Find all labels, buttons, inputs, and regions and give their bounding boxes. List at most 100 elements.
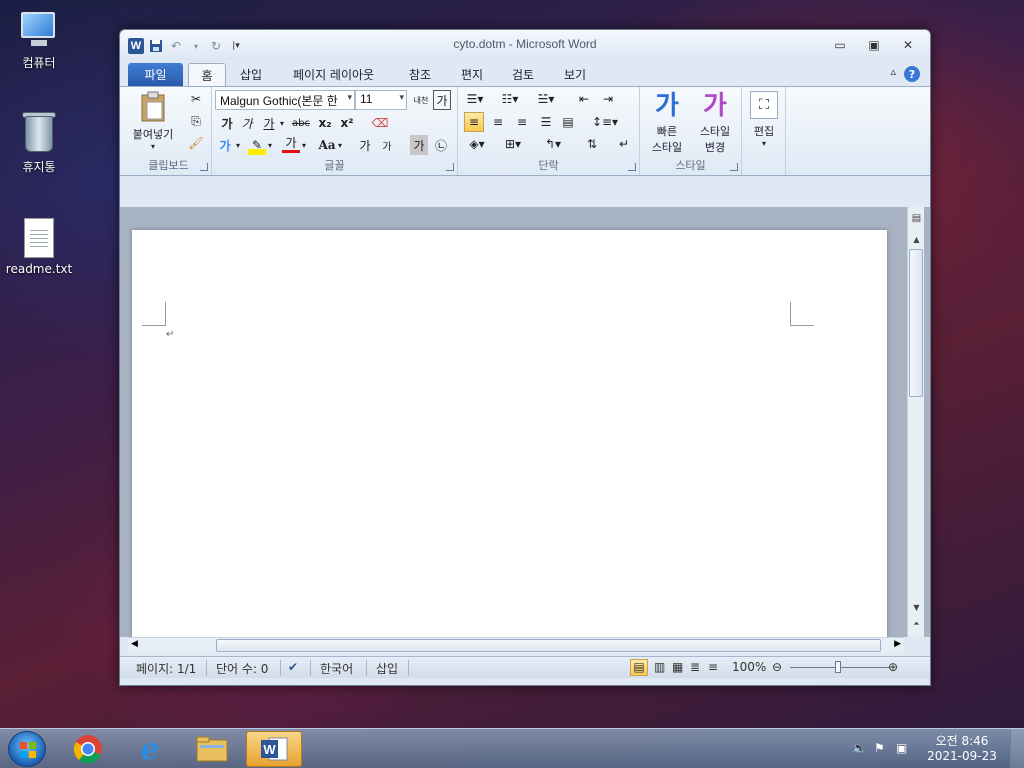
close-button[interactable]: ✕ — [896, 36, 920, 54]
horizontal-scroll-thumb[interactable] — [216, 639, 881, 652]
superscript-button[interactable]: x² — [338, 113, 356, 133]
copy-icon[interactable]: ⎘ — [186, 111, 206, 131]
zoom-level[interactable]: 100% — [732, 660, 766, 674]
char-border-button[interactable]: 가 — [433, 90, 451, 110]
tab-home[interactable]: 홈 — [188, 63, 226, 86]
font-launcher-icon[interactable] — [446, 163, 454, 171]
editing-button[interactable]: ⛶ 편집 ▾ — [746, 91, 782, 148]
change-case-button[interactable]: Aa — [316, 135, 338, 155]
editing-dropdown-icon[interactable]: ▾ — [746, 139, 782, 148]
font-color-dropdown-icon[interactable]: ▾ — [300, 135, 308, 155]
enclose-chars-button[interactable]: ㉡ — [432, 135, 450, 155]
highlight-icon[interactable]: ✎ — [248, 135, 266, 155]
clear-formatting-icon[interactable]: ⌫ — [370, 113, 390, 133]
change-styles-button[interactable]: 가 스타일 변경 — [692, 89, 738, 155]
align-left-icon[interactable]: ≡ — [464, 112, 484, 132]
quick-styles-button[interactable]: 가 빠른 스타일 — [644, 89, 690, 155]
bullets-icon[interactable]: ☰▾ — [464, 89, 486, 109]
grow-font-button[interactable]: 가 — [356, 135, 374, 155]
phonetic-guide-button[interactable]: 내천 — [411, 90, 431, 110]
decrease-indent-icon[interactable]: ⇤ — [574, 89, 594, 109]
numbering-icon[interactable]: ☷▾ — [498, 89, 522, 109]
sort-icon[interactable]: ⇅ — [582, 134, 602, 154]
desktop-icon-recycle-bin[interactable]: 휴지통 — [4, 110, 74, 175]
scroll-up-icon[interactable]: ▲ — [908, 235, 925, 244]
proofing-icon[interactable]: ✔ — [288, 660, 298, 674]
help-icon[interactable]: ? — [904, 66, 920, 82]
distributed-icon[interactable]: ▤ — [558, 112, 578, 132]
draft-icon[interactable]: ≡ — [708, 660, 718, 674]
paste-dropdown-icon[interactable]: ▾ — [130, 142, 176, 151]
tab-view[interactable]: 보기 — [552, 63, 598, 86]
action-center-icon[interactable]: ⚑ — [874, 741, 885, 755]
volume-icon[interactable]: 🔈 — [852, 741, 867, 755]
show-desktop-button[interactable] — [1010, 729, 1024, 768]
vertical-scrollbar[interactable]: ▤ ▲ ▼ ⏶ — [907, 207, 924, 637]
justify-icon[interactable]: ☰ — [536, 112, 556, 132]
word-count[interactable]: 단어 수: 0 — [216, 660, 268, 677]
start-button[interactable] — [8, 731, 46, 767]
bold-button[interactable]: 가 — [218, 113, 236, 133]
tab-references[interactable]: 참조 — [397, 63, 443, 86]
align-center-icon[interactable]: ≡ — [488, 112, 508, 132]
paragraph-launcher-icon[interactable] — [628, 163, 636, 171]
minimize-button[interactable]: ▭ — [828, 36, 852, 54]
desktop-icon-computer[interactable]: 컴퓨터 — [4, 10, 74, 71]
scroll-right-icon[interactable]: ▶ — [894, 639, 901, 649]
subscript-button[interactable]: x₂ — [316, 113, 334, 133]
taskbar-word[interactable]: W — [246, 731, 302, 767]
font-name-select[interactable]: Malgun Gothic(본문 한 — [215, 90, 355, 110]
zoom-out-icon[interactable]: ⊖ — [772, 660, 782, 674]
taskbar-internet-explorer[interactable]: e — [122, 731, 178, 767]
web-layout-icon[interactable]: ▦ — [672, 660, 683, 674]
language-indicator[interactable]: 한국어 — [320, 660, 353, 677]
shrink-font-button[interactable]: 가 — [378, 135, 396, 155]
zoom-in-icon[interactable]: ⊕ — [888, 660, 898, 674]
restore-button[interactable]: ▣ — [862, 36, 886, 54]
document-page[interactable]: ↵ — [132, 230, 887, 640]
zoom-slider-thumb[interactable] — [835, 661, 841, 673]
scroll-down-icon[interactable]: ▼ — [908, 603, 925, 612]
clipboard-launcher-icon[interactable] — [200, 163, 208, 171]
tab-review[interactable]: 검토 — [500, 63, 546, 86]
network-icon[interactable]: ▣ — [896, 741, 907, 755]
minimize-ribbon-icon[interactable]: ▵ — [890, 65, 896, 78]
change-case-dropdown-icon[interactable]: ▾ — [336, 135, 344, 155]
line-spacing-icon[interactable]: ↕≡▾ — [592, 112, 618, 132]
prev-page-icon[interactable]: ⏶ — [908, 619, 925, 629]
format-painter-icon[interactable]: 🖌 — [186, 133, 206, 153]
insert-mode-indicator[interactable]: 삽입 — [376, 660, 398, 677]
text-effects-icon[interactable]: 가 — [216, 135, 234, 155]
horizontal-scrollbar[interactable]: ◀ ▶ — [128, 637, 904, 653]
increase-indent-icon[interactable]: ⇥ — [598, 89, 618, 109]
underline-dropdown-icon[interactable]: ▾ — [278, 113, 286, 133]
taskbar-chrome[interactable] — [60, 731, 116, 767]
outline-icon[interactable]: ≣ — [690, 660, 700, 674]
scroll-left-icon[interactable]: ◀ — [131, 639, 138, 649]
italic-button[interactable]: 가 — [238, 113, 256, 133]
styles-launcher-icon[interactable] — [730, 163, 738, 171]
show-marks-icon[interactable]: ↵ — [614, 134, 634, 154]
borders-icon[interactable]: ⊞▾ — [500, 134, 526, 154]
highlight-dropdown-icon[interactable]: ▾ — [266, 135, 274, 155]
full-screen-reading-icon[interactable]: ▥ — [654, 660, 665, 674]
font-size-select[interactable]: 11 — [355, 90, 407, 110]
desktop-icon-readme[interactable]: readme.txt — [4, 218, 74, 276]
clock[interactable]: 오전 8:46 2021-09-23 — [922, 734, 1002, 764]
vertical-scroll-thumb[interactable] — [909, 249, 923, 397]
tab-file[interactable]: 파일 — [128, 63, 183, 86]
multilevel-list-icon[interactable]: ☱▾ — [534, 89, 558, 109]
ruler-toggle-icon[interactable]: ▤ — [908, 213, 925, 224]
paste-button[interactable]: 붙여넣기 ▾ — [130, 91, 176, 151]
tab-mailings[interactable]: 편지 — [449, 63, 495, 86]
strikethrough-button[interactable]: abc — [290, 113, 312, 133]
font-color-button[interactable]: 가 — [282, 135, 300, 153]
page-count[interactable]: 페이지: 1/1 — [136, 660, 196, 677]
align-right-icon[interactable]: ≡ — [512, 112, 532, 132]
tab-insert[interactable]: 삽입 — [228, 63, 274, 86]
shading-icon[interactable]: ◈▾ — [464, 134, 490, 154]
char-shading-button[interactable]: 가 — [410, 135, 428, 155]
print-layout-icon[interactable]: ▤ — [630, 659, 648, 676]
underline-button[interactable]: 가 — [260, 113, 278, 133]
taskbar-explorer[interactable] — [184, 731, 240, 767]
